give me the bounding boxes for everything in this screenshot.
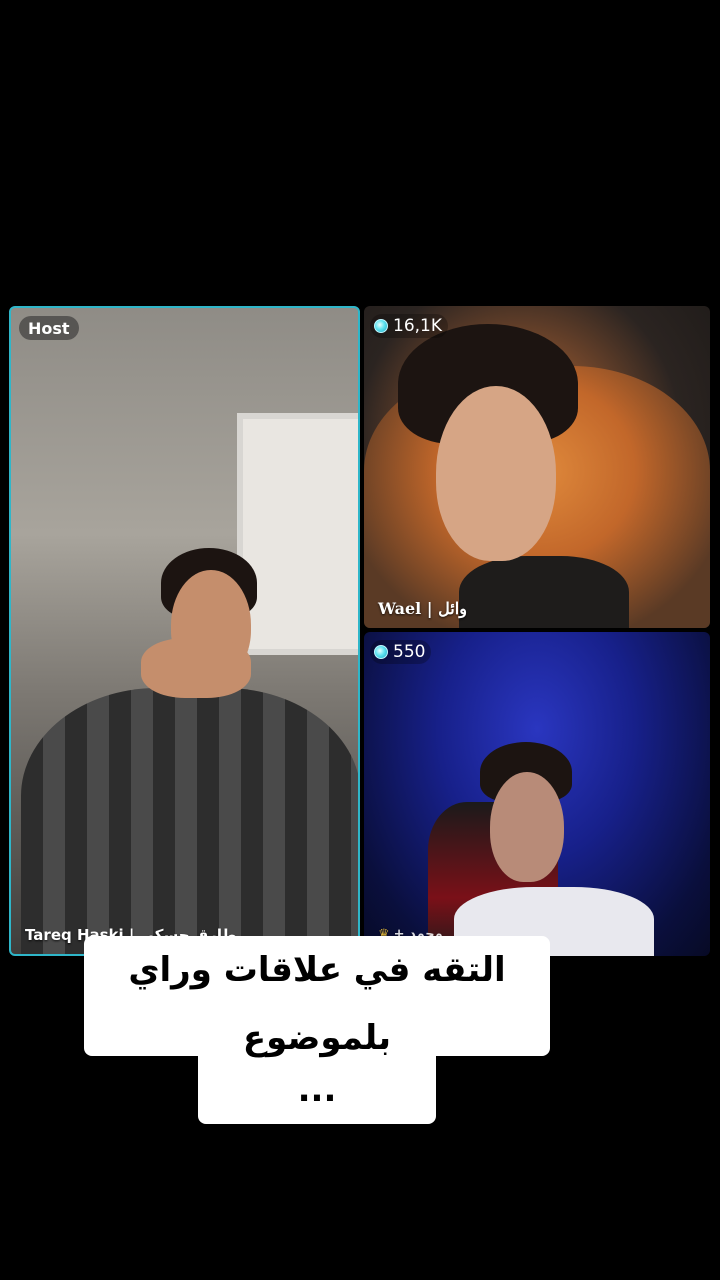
guest1-video-tile[interactable]: 16,1K Wael | وائل [364, 306, 710, 628]
gem-icon [374, 319, 388, 333]
host-hand [141, 638, 251, 698]
host-badge-label: Host [28, 318, 70, 338]
host-video-tile[interactable]: Host Tareq Haski | طارق حسكي [9, 306, 360, 956]
guest2-gift-count: 550 [370, 640, 432, 664]
gem-icon [374, 645, 388, 659]
wall-frame [237, 413, 358, 655]
guest1-body [459, 556, 629, 628]
host-badge: Host [19, 316, 79, 340]
guest2-gift-count-value: 550 [393, 642, 426, 662]
host-body [21, 688, 358, 954]
guest1-name[interactable]: Wael | وائل [378, 599, 467, 618]
guest1-gift-count-value: 16,1K [393, 316, 442, 336]
guest1-gift-count: 16,1K [370, 314, 448, 338]
guest2-face [490, 772, 564, 882]
guest1-face [436, 386, 556, 561]
guest2-video-tile[interactable]: 550 ♛ + محمد [364, 632, 710, 956]
caption-line-2: بلموضوع ... [198, 1004, 436, 1124]
